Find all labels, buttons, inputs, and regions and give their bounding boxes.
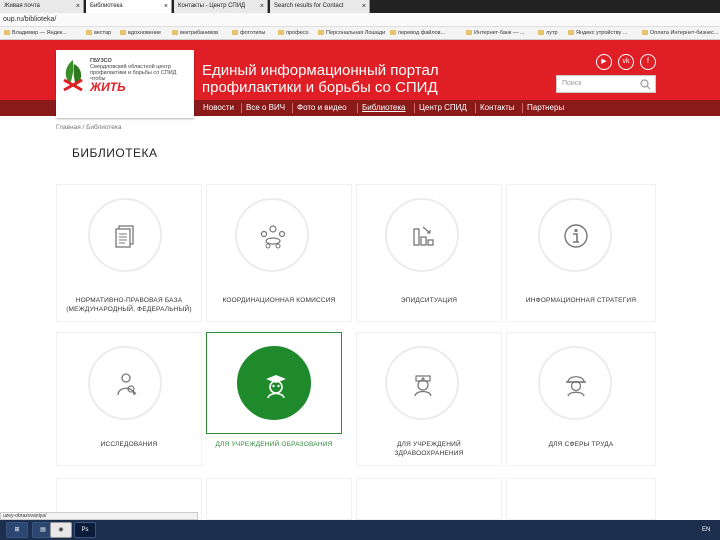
nav-item-news[interactable]: Новости [203,100,234,116]
card-label[interactable]: КООРДИНАЦИОННАЯ КОМИССИЯ [206,296,352,305]
folder-icon [390,30,396,36]
nav-item-media[interactable]: Фото и видео [297,100,347,116]
folder-icon [642,30,648,36]
site-title: Единый информационный портал профилактик… [202,62,439,96]
card-label[interactable]: НОРМАТИВНО-ПРАВОВАЯ БАЗА (МЕЖДУНАРОДНЫЙ,… [56,296,202,314]
nav-item-contacts[interactable]: Контакты [480,100,515,116]
leaf-logo-icon [63,60,83,92]
browser-tab[interactable]: Библиотека × [86,0,172,13]
close-icon[interactable]: × [362,0,366,13]
bookmark[interactable]: вдохновение [120,27,161,39]
taskbar [0,520,720,540]
bookmark[interactable]: Оплата Интернет-бизнес... [642,27,718,39]
nav-item-library[interactable]: Библиотека [362,100,406,116]
bookmark[interactable]: вектрибанивов [172,27,218,39]
site-logo[interactable]: ГБУЗСО Свердловский областной центр проф… [56,50,194,118]
document-icon[interactable] [88,198,162,272]
tab-title: Контакты - Центр СПИД [178,3,246,9]
tab-title: Библиотека [90,3,123,9]
vk-icon[interactable]: vk [618,54,634,70]
nav-divider [522,103,523,113]
address-bar[interactable]: oup.ru/biblioteka/ [0,13,720,27]
nav-divider [414,103,415,113]
browser-tab[interactable]: Search results for Contact × [270,0,370,13]
browser-app-icon[interactable]: ◉ [50,522,72,538]
screen: Живая почта × Библиотека × Контакты - Цент… [0,0,720,540]
folder-icon [172,30,178,36]
search-icon[interactable] [640,79,651,90]
folder-icon [120,30,126,36]
tab-title: Живая почта [4,3,40,9]
status-bar-url: uzey-obrazovaniya/ [0,512,198,520]
bookmark[interactable]: Персональная Лошади [318,27,385,39]
folder-icon [232,30,238,36]
photoshop-app-icon[interactable]: Ps [74,522,96,538]
nav-divider [292,103,293,113]
nav-divider [357,103,358,113]
library-card[interactable] [206,478,352,520]
search-placeholder: Поиск [562,80,582,87]
bookmark[interactable]: Яндекс утройству ... [568,27,627,39]
search-input[interactable]: Поиск [556,75,656,93]
folder-icon [466,30,472,36]
meeting-icon[interactable] [235,198,309,272]
bookmark[interactable]: Владимир — Яндек... [4,27,67,39]
card-label[interactable]: ИССЛЕДОВАНИЯ [56,440,202,449]
folder-icon [318,30,324,36]
nav-divider [241,103,242,113]
folder-icon [86,30,92,36]
bookmark[interactable]: перевод файлов... [390,27,445,39]
card-label[interactable]: ДЛЯ УЧРЕЖДЕНИЙ ОБРАЗОВАНИЯ [206,440,342,449]
card-label[interactable]: ДЛЯ УЧРЕЖДЕНИЙ ЗДРАВООХРАНЕНИЯ [378,440,480,458]
close-icon[interactable]: × [164,0,168,13]
bookmark[interactable]: Интернет-банк — ... [466,27,525,39]
library-card[interactable] [356,478,502,520]
facebook-icon[interactable]: f [640,54,656,70]
folder-icon [278,30,284,36]
nav-divider [475,103,476,113]
page-title: БИБЛИОТЕКА [72,146,158,160]
language-indicator[interactable]: EN [702,520,710,540]
bookmark[interactable]: професо [278,27,309,39]
bookmark[interactable]: фототипы [232,27,265,39]
worker-icon[interactable] [538,346,612,420]
nav-item-hiv[interactable]: Все о ВИЧ [246,100,285,116]
start-icon[interactable]: ⊞ [6,522,28,538]
bookmark[interactable]: лутр [538,27,558,39]
nav-item-partners[interactable]: Партнеры [527,100,564,116]
bookmarks-bar: Владимир — Яндек... вестар вдохновение в… [0,27,720,40]
close-icon[interactable]: × [260,0,264,13]
address-text: oup.ru/biblioteka/ [3,16,57,23]
close-icon[interactable]: × [76,0,80,13]
logo-text: ГБУЗСО Свердловский областной центр проф… [90,58,177,82]
library-card[interactable] [506,478,656,520]
chart-icon[interactable] [385,198,459,272]
bookmark[interactable]: вестар [86,27,111,39]
folder-icon [538,30,544,36]
research-icon[interactable] [88,346,162,420]
info-icon[interactable] [538,198,612,272]
card-label[interactable]: ДЛЯ СФЕРЫ ТРУДА [506,440,656,449]
graduate-icon[interactable] [237,346,311,420]
browser-tab-bar: Живая почта × Библиотека × Контакты - Цент… [0,0,720,13]
youtube-icon[interactable]: ▶ [596,54,612,70]
nurse-icon[interactable] [385,346,459,420]
card-label[interactable]: ЭПИДСИТУАЦИЯ [356,296,502,305]
browser-tab[interactable]: Живая почта × [0,0,84,13]
folder-icon [568,30,574,36]
tab-title: Search results for Contact [274,3,344,9]
browser-tab[interactable]: Контакты - Центр СПИД × [174,0,268,13]
card-label[interactable]: ИНФОРМАЦИОННАЯ СТРАТЕГИЯ [506,296,656,305]
logo-slogan: ЖИТЬ [90,80,126,94]
breadcrumb[interactable]: Главная / Библиотека [56,124,122,131]
nav-item-center[interactable]: Центр СПИД [419,100,467,116]
folder-icon [4,30,10,36]
